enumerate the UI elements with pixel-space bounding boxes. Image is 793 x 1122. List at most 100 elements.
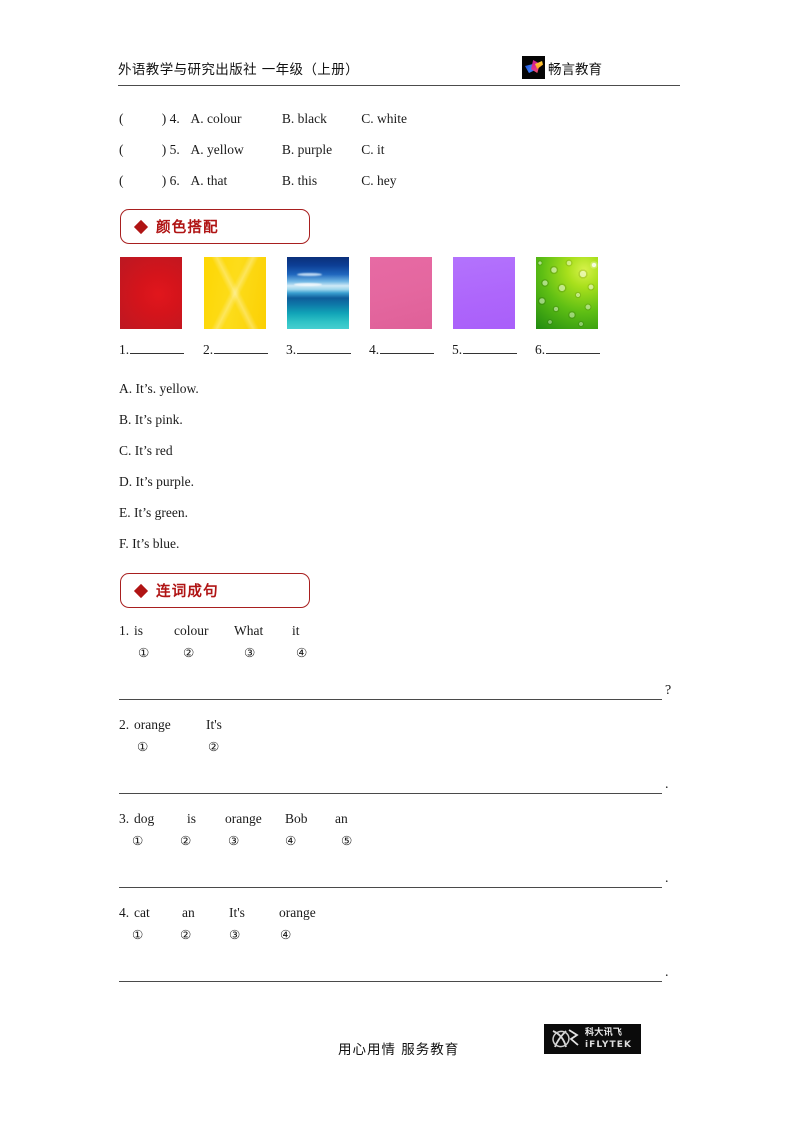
word-order-marks: ① ② ③ ④ ⑤ bbox=[119, 833, 679, 859]
diamond-bullet-icon bbox=[133, 219, 149, 234]
word-order-item: 2. orange It's ① ② . bbox=[119, 717, 679, 797]
word-token[interactable]: orange bbox=[279, 905, 316, 921]
blue-swatch[interactable] bbox=[287, 257, 349, 329]
word-token[interactable]: an bbox=[335, 811, 348, 827]
header-divider bbox=[118, 85, 680, 86]
word-token[interactable]: dog bbox=[134, 811, 154, 827]
choice-option-b[interactable]: B. purple bbox=[282, 134, 358, 165]
circled-number-icon: ③ bbox=[244, 645, 256, 660]
red-swatch[interactable] bbox=[120, 257, 182, 329]
word-token[interactable]: is bbox=[134, 623, 143, 639]
blank-underline[interactable] bbox=[380, 340, 435, 354]
circled-number-icon: ③ bbox=[229, 927, 241, 942]
circled-number-icon: ③ bbox=[228, 833, 240, 848]
worksheet-page: 外语教学与研究出版社 一年级（上册） 畅言教育 ( ) 4. A. colour… bbox=[0, 0, 793, 1122]
word-order-words: 1. is colour What it bbox=[119, 623, 679, 645]
word-order-number: 3. bbox=[119, 811, 130, 826]
blank-underline[interactable] bbox=[297, 340, 352, 354]
circled-number-icon: ① bbox=[132, 927, 144, 942]
choice-paren-open: ( bbox=[119, 173, 124, 188]
answer-underline[interactable] bbox=[119, 887, 662, 888]
answer-write-line[interactable]: . bbox=[119, 871, 679, 891]
word-order-marks: ① ② ③ ④ bbox=[119, 927, 679, 953]
color-swatch-row bbox=[120, 257, 620, 329]
word-order-marks: ① ② bbox=[119, 739, 679, 765]
word-token[interactable]: is bbox=[187, 811, 196, 827]
answer-write-line[interactable]: ? bbox=[119, 683, 679, 703]
circled-number-icon: ② bbox=[183, 645, 195, 660]
answer-write-line[interactable]: . bbox=[119, 777, 679, 797]
choice-option-c[interactable]: C. white bbox=[361, 103, 407, 134]
blank-number: 4. bbox=[369, 342, 380, 357]
word-token[interactable]: colour bbox=[174, 623, 209, 639]
word-order-item: 4. cat an It's orange ① ② ③ ④ . bbox=[119, 905, 679, 985]
color-option: A. It’s. yellow. bbox=[119, 381, 199, 396]
page-header: 外语教学与研究出版社 一年级（上册） 畅言教育 bbox=[118, 56, 680, 88]
answer-end-punct: . bbox=[665, 777, 669, 792]
blank-underline[interactable] bbox=[463, 340, 518, 354]
purple-swatch[interactable] bbox=[453, 257, 515, 329]
word-token[interactable]: orange bbox=[225, 811, 262, 827]
blank-item: 2. bbox=[203, 340, 269, 358]
green-swatch[interactable] bbox=[536, 257, 598, 329]
color-option: F. It’s blue. bbox=[119, 536, 180, 551]
choice-paren-close: ) bbox=[161, 173, 167, 188]
choice-option-b[interactable]: B. this bbox=[282, 165, 358, 196]
choice-option-c[interactable]: C. it bbox=[361, 134, 384, 165]
choice-row: ( ) 4. A. colour B. black C. white bbox=[119, 103, 679, 134]
word-token[interactable]: an bbox=[182, 905, 195, 921]
pink-swatch[interactable] bbox=[370, 257, 432, 329]
word-token[interactable]: What bbox=[234, 623, 263, 639]
blank-underline[interactable] bbox=[546, 340, 601, 354]
circled-number-icon: ④ bbox=[296, 645, 308, 660]
answer-end-punct: . bbox=[665, 965, 669, 980]
yellow-swatch[interactable] bbox=[204, 257, 266, 329]
word-order-words: 3. dog is orange Bob an bbox=[119, 811, 679, 833]
color-option: E. It’s green. bbox=[119, 505, 188, 520]
circled-number-icon: ④ bbox=[285, 833, 297, 848]
word-token[interactable]: It's bbox=[206, 717, 222, 733]
blank-item: 3. bbox=[286, 340, 352, 358]
circled-number-icon: ② bbox=[180, 833, 192, 848]
blank-number: 5. bbox=[452, 342, 463, 357]
answer-underline[interactable] bbox=[119, 981, 662, 982]
word-order-number: 4. bbox=[119, 905, 130, 920]
word-order-marks: ① ② ③ ④ bbox=[119, 645, 679, 671]
choice-paren-close: ) bbox=[161, 142, 167, 157]
answer-underline[interactable] bbox=[119, 699, 662, 700]
answer-underline[interactable] bbox=[119, 793, 662, 794]
choice-row: ( ) 6. A. that B. this C. hey bbox=[119, 165, 679, 196]
iflytek-mark-icon bbox=[552, 1029, 579, 1048]
word-token[interactable]: it bbox=[292, 623, 300, 639]
section-header-color-match: 颜色搭配 bbox=[120, 209, 310, 244]
word-token[interactable]: It's bbox=[229, 905, 245, 921]
word-order-item: 3. dog is orange Bob an ① ② ③ ④ ⑤ . bbox=[119, 811, 679, 891]
circled-number-icon: ⑤ bbox=[341, 833, 353, 848]
iflytek-logo-en: iFLYTEK bbox=[585, 1040, 633, 1050]
color-option: B. It’s pink. bbox=[119, 412, 183, 427]
choice-option-b[interactable]: B. black bbox=[282, 103, 358, 134]
blank-underline[interactable] bbox=[214, 340, 269, 354]
choice-row: ( ) 5. A. yellow B. purple C. it bbox=[119, 134, 679, 165]
word-token[interactable]: orange bbox=[134, 717, 171, 733]
blank-item: 4. bbox=[369, 340, 435, 358]
header-publisher-title: 外语教学与研究出版社 一年级（上册） bbox=[118, 62, 359, 78]
circled-number-icon: ① bbox=[138, 645, 150, 660]
word-order-words: 2. orange It's bbox=[119, 717, 679, 739]
color-answer-blanks: 1. 2. 3. 4. 5. 6. bbox=[119, 340, 639, 360]
word-token[interactable]: cat bbox=[134, 905, 150, 921]
blank-number: 1. bbox=[119, 342, 130, 357]
blank-underline[interactable] bbox=[130, 340, 185, 354]
color-option: D. It’s purple. bbox=[119, 474, 194, 489]
diamond-bullet-icon bbox=[133, 583, 149, 598]
choice-option-c[interactable]: C. hey bbox=[361, 165, 396, 196]
word-token[interactable]: Bob bbox=[285, 811, 308, 827]
choice-option-a[interactable]: A. yellow bbox=[191, 134, 279, 165]
header-brand-label: 畅言教育 bbox=[548, 61, 602, 78]
choice-option-a[interactable]: A. colour bbox=[191, 103, 279, 134]
answer-write-line[interactable]: . bbox=[119, 965, 679, 985]
choice-number: 4. bbox=[169, 111, 180, 126]
multiple-choice-block: ( ) 4. A. colour B. black C. white ( ) 5… bbox=[119, 103, 679, 196]
circled-number-icon: ① bbox=[137, 739, 149, 754]
choice-option-a[interactable]: A. that bbox=[191, 165, 279, 196]
